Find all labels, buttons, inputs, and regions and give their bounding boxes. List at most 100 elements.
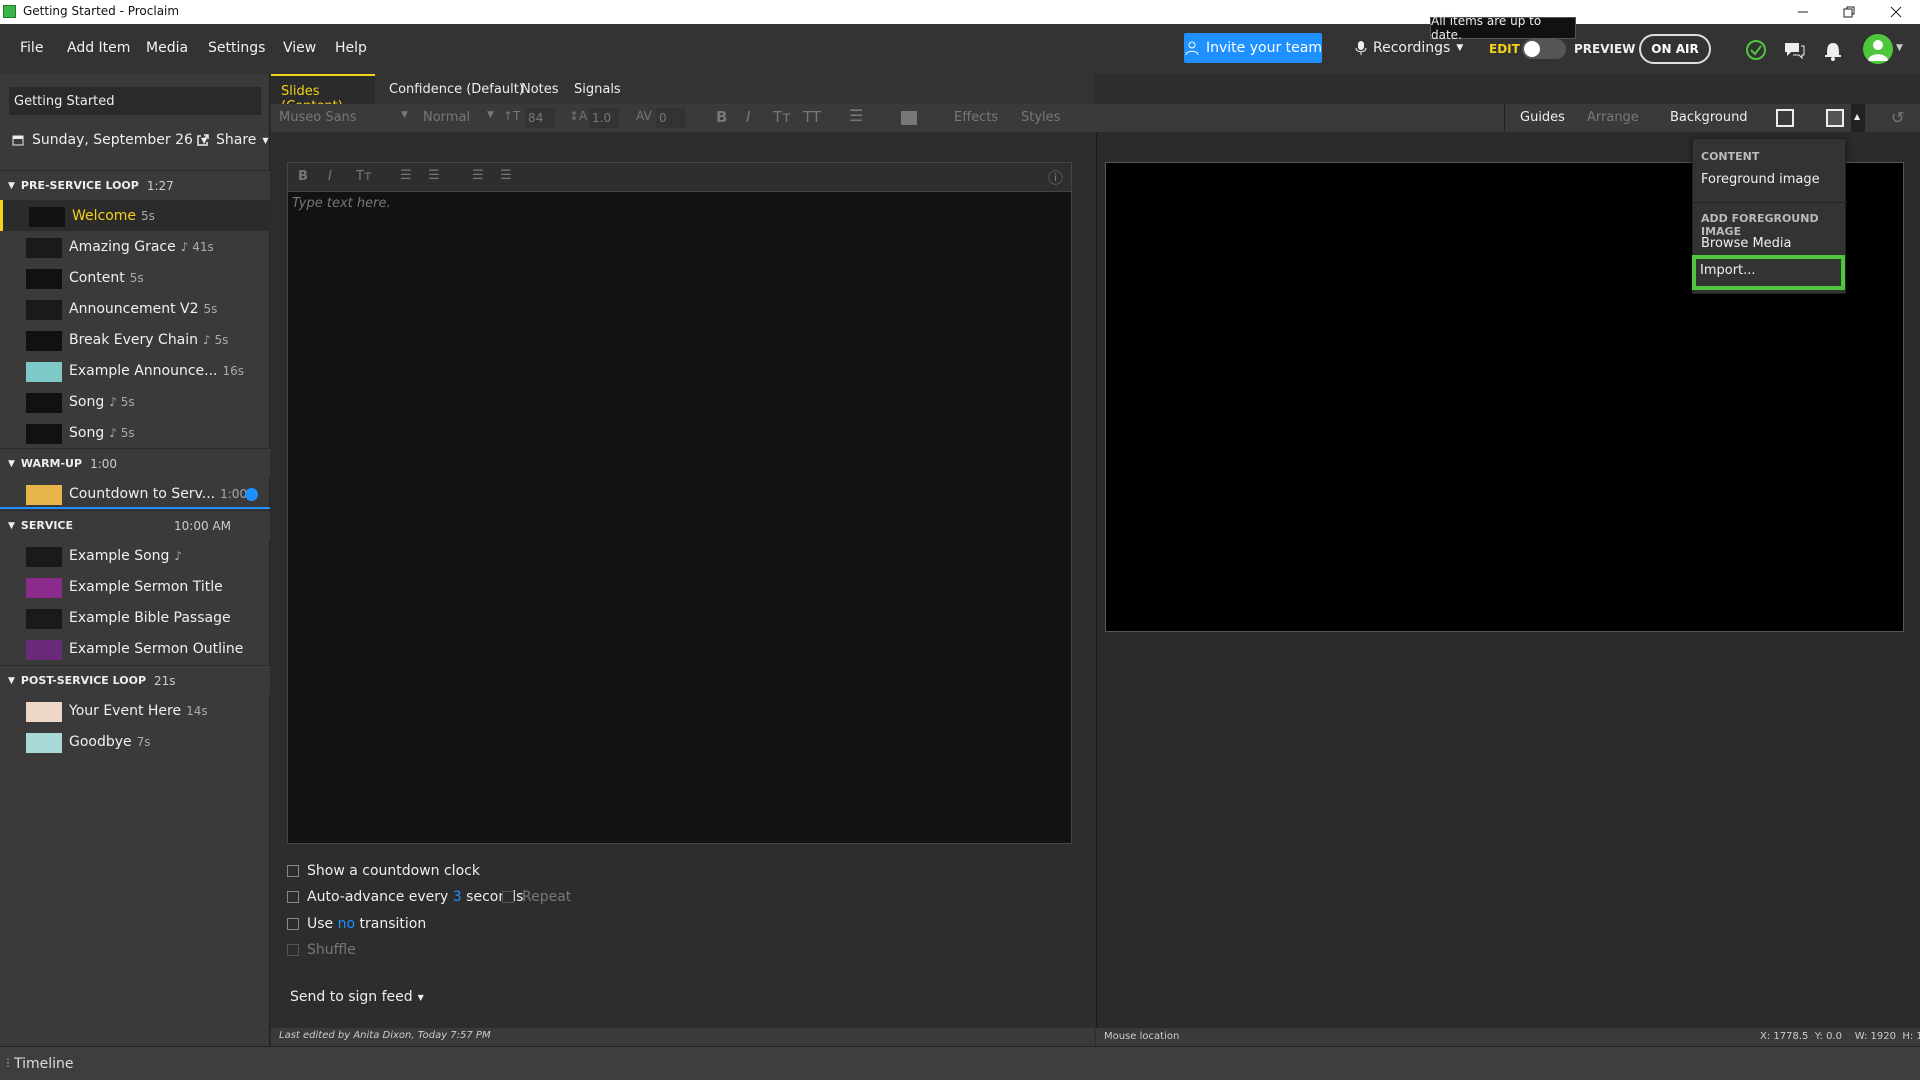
list-item[interactable]: Example Announce... 16s: [0, 355, 270, 386]
tab-signals[interactable]: Signals: [574, 82, 621, 97]
transition-checkbox[interactable]: Use no transition: [287, 916, 426, 932]
font-size-input[interactable]: 84: [525, 108, 555, 128]
list-item[interactable]: Amazing Grace ♪ 41s: [0, 231, 270, 262]
close-icon[interactable]: [1886, 2, 1906, 22]
window-title: Getting Started - Proclaim: [23, 4, 180, 18]
background-menu[interactable]: Background: [1670, 110, 1748, 125]
import-item[interactable]: Import...: [1692, 255, 1845, 290]
shuffle-label: Shuffle: [307, 942, 356, 958]
align-icon[interactable]: ☰: [849, 106, 863, 125]
countdown-checkbox[interactable]: Show a countdown clock: [287, 863, 480, 879]
font-weight-select[interactable]: Normal: [423, 110, 470, 125]
list-item[interactable]: Example Sermon Outline: [0, 633, 270, 664]
font-family-select[interactable]: Museo Sans: [279, 110, 357, 125]
edit-preview-toggle[interactable]: [1522, 39, 1566, 59]
list-item[interactable]: Content 5s: [0, 262, 270, 293]
list-item[interactable]: Song ♪ 5s: [0, 417, 270, 448]
service-date-picker[interactable]: Sunday, September 26 ▼: [12, 132, 207, 148]
item-name: Example Bible Passage: [69, 610, 231, 626]
undo-icon[interactable]: ↺: [1891, 108, 1904, 127]
chat-icon[interactable]: [1783, 39, 1805, 61]
restore-icon[interactable]: [1839, 2, 1859, 22]
styles-menu[interactable]: Styles: [1021, 110, 1060, 125]
list-item[interactable]: Welcome 5s: [0, 200, 270, 231]
list-item[interactable]: Break Every Chain ♪ 5s: [0, 324, 270, 355]
text-case-icon[interactable]: Tт: [773, 108, 791, 126]
list-item[interactable]: Example Bible Passage: [0, 602, 270, 633]
menu-add-item[interactable]: Add Item: [67, 40, 130, 56]
toolbar-divider: [1504, 104, 1505, 132]
avatar-chevron-icon[interactable]: ▼: [1896, 43, 1903, 53]
invite-team-button[interactable]: Invite your team: [1184, 33, 1322, 63]
letter-spacing-input[interactable]: 0: [656, 108, 686, 128]
slide-thumbnail: [26, 393, 62, 413]
preview-label: PREVIEW: [1574, 42, 1636, 56]
text-case-icon[interactable]: Tт: [356, 169, 372, 184]
tab-notes[interactable]: Notes: [521, 82, 559, 97]
sync-ok-icon[interactable]: [1745, 39, 1767, 61]
info-icon[interactable]: ⓘ: [1048, 167, 1063, 188]
item-name: Example Sermon Title: [69, 579, 223, 595]
minimize-icon[interactable]: [1793, 2, 1813, 22]
section-header[interactable]: ▼ POST-SERVICE LOOP 21s: [0, 665, 270, 695]
section-header[interactable]: ▼ PRE-SERVICE LOOP 1:27: [0, 170, 270, 200]
list-item[interactable]: Goodbye 7s: [0, 726, 270, 757]
bold-icon[interactable]: B: [716, 108, 727, 126]
color-swatch-icon[interactable]: [901, 111, 917, 125]
section-header[interactable]: ▼ SERVICE 10:00 AM: [0, 510, 270, 540]
toggle-knob: [1524, 41, 1540, 57]
arrange-menu[interactable]: Arrange: [1587, 110, 1639, 125]
browse-media-item[interactable]: Browse Media: [1701, 236, 1792, 251]
menu-settings[interactable]: Settings: [208, 40, 265, 56]
coordinates-readout: X: 1778.5 Y: 0.0 W: 1920 H: 1080: [1760, 1031, 1920, 1042]
list-item[interactable]: Your Event Here 14s: [0, 695, 270, 726]
image-dropdown-button[interactable]: ▲: [1851, 104, 1865, 132]
slide-thumbnail: [26, 702, 62, 722]
section-header[interactable]: ▼ WARM-UP 1:00: [0, 448, 270, 478]
mouse-location-label: Mouse location: [1104, 1031, 1180, 1042]
bold-icon[interactable]: B: [298, 169, 308, 184]
menu-view[interactable]: View: [283, 40, 316, 56]
on-air-button[interactable]: ON AIR: [1639, 34, 1711, 64]
tab-slides-content[interactable]: Slides (Content): [271, 74, 375, 114]
italic-icon[interactable]: I: [328, 169, 332, 184]
outdent-icon[interactable]: ☰: [472, 168, 484, 183]
list-item[interactable]: Example Sermon Title: [0, 571, 270, 602]
auto-advance-checkbox[interactable]: Auto-advance every 3 seconds: [287, 889, 523, 905]
menu-media[interactable]: Media: [146, 40, 188, 56]
bullet-list-icon[interactable]: ☰: [400, 168, 412, 183]
menu-file[interactable]: File: [20, 40, 43, 56]
microphone-icon: [1355, 41, 1367, 55]
list-item[interactable]: Song ♪ 5s: [0, 386, 270, 417]
shuffle-checkbox[interactable]: Shuffle: [287, 942, 356, 958]
list-item[interactable]: Example Song ♪: [0, 540, 270, 571]
share-button[interactable]: Share ▼: [196, 132, 269, 148]
section-time: 10:00 AM: [174, 518, 231, 533]
repeat-checkbox[interactable]: Repeat: [502, 889, 571, 905]
list-item[interactable]: Countdown to Serv... 1:00: [0, 478, 270, 509]
list-item[interactable]: Announcement V2 5s: [0, 293, 270, 324]
drag-handle-icon[interactable]: ⋮: [3, 1058, 13, 1069]
tab-confidence[interactable]: Confidence (Default): [389, 82, 524, 97]
line-height-input[interactable]: 1.0: [589, 108, 619, 128]
foreground-image-item[interactable]: Foreground image: [1701, 172, 1820, 187]
indent-icon[interactable]: ☰: [500, 168, 512, 183]
presentation-title-input[interactable]: Getting Started: [9, 87, 261, 115]
timeline-bar[interactable]: ⋮ Timeline: [0, 1046, 1920, 1080]
send-to-sign-feed-button[interactable]: Send to sign feed ▼: [290, 989, 424, 1005]
uppercase-icon[interactable]: TT: [803, 108, 821, 126]
numbered-list-icon[interactable]: ☰: [428, 168, 440, 183]
text-editor[interactable]: [287, 162, 1072, 844]
recordings-menu[interactable]: Recordings ▼: [1355, 40, 1463, 56]
section-name: POST-SERVICE LOOP: [20, 674, 147, 687]
notifications-bell-icon[interactable]: [1823, 39, 1843, 61]
image-icon[interactable]: [1826, 109, 1844, 127]
italic-icon[interactable]: I: [746, 108, 750, 126]
menu-help[interactable]: Help: [335, 40, 367, 56]
sync-tooltip: All items are up to date.: [1430, 14, 1576, 42]
effects-menu[interactable]: Effects: [954, 110, 998, 125]
text-box-icon[interactable]: [1776, 109, 1794, 127]
guides-menu[interactable]: Guides: [1520, 110, 1565, 125]
user-avatar[interactable]: [1863, 34, 1893, 64]
slide-thumbnail: [26, 362, 62, 382]
